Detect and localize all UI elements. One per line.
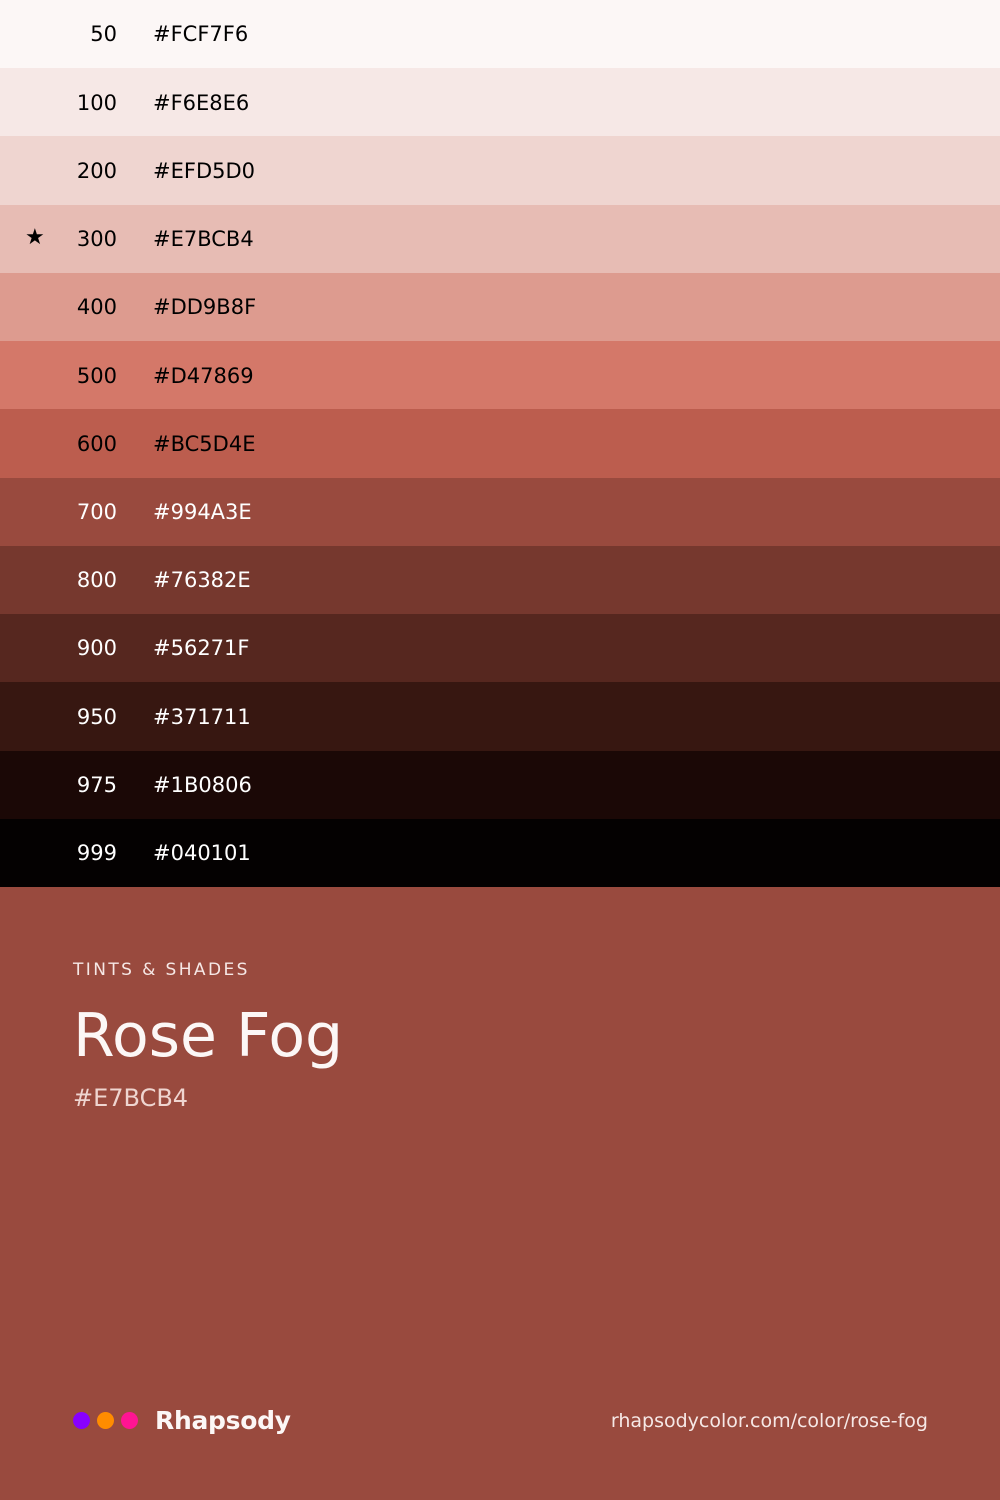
swatch-shade-label: 500 [76, 363, 117, 388]
swatch-shade-label: 700 [76, 499, 117, 524]
source-url-link[interactable]: rhapsodycolor.com/color/rose-fog [611, 1410, 928, 1432]
footer: Rhapsody rhapsodycolor.com/color/rose-fo… [73, 1404, 928, 1436]
swatch-shade-label: 950 [76, 704, 117, 729]
swatch-hex-code: #56271F [153, 636, 250, 661]
swatch-row-900[interactable]: 900 #56271F [0, 614, 1000, 683]
swatch-row-500[interactable]: 500 #D47869 [0, 341, 1000, 410]
swatch-shade-label: 50 [90, 22, 117, 47]
swatch-row-700[interactable]: 700 #994A3E [0, 477, 1000, 547]
swatch-shade-label: 200 [76, 158, 117, 183]
swatch-hex-code: #BC5D4E [153, 431, 256, 456]
swatch-shade-label: 600 [76, 431, 117, 456]
swatch-row-975[interactable]: 975 #1B0806 [0, 750, 1000, 820]
swatch-row-300[interactable]: ★ 300 #E7BCB4 [0, 204, 1000, 274]
brand-dot-orange [97, 1411, 114, 1429]
swatch-row-999[interactable]: 999 #040101 [0, 818, 1000, 888]
swatch-row-400[interactable]: 400 #DD9B8F [0, 272, 1000, 342]
swatch-hex-code: #D47869 [153, 363, 254, 388]
swatch-row-950[interactable]: 950 #371711 [0, 682, 1000, 752]
swatch-shade-label: 100 [76, 90, 117, 115]
swatch-row-100[interactable]: 100 #F6E8E6 [0, 68, 1000, 137]
base-hex-code: #E7BCB4 [73, 1084, 189, 1112]
color-info: TINTS & SHADES Rose Fog #E7BCB4 [73, 960, 343, 1112]
swatch-shade-label: 999 [76, 841, 117, 866]
swatch-shade-label: 800 [76, 568, 117, 593]
swatch-hex-code: #DD9B8F [153, 295, 257, 320]
swatch-hex-code: #994A3E [153, 499, 252, 524]
brand-name: Rhapsody [155, 1405, 291, 1435]
swatch-shade-label: 975 [76, 772, 117, 797]
swatch-hex-code: #76382E [153, 568, 251, 593]
swatch-shade-label: 900 [76, 636, 117, 661]
section-eyebrow: TINTS & SHADES [73, 960, 250, 980]
brand-dot-purple [73, 1411, 90, 1429]
swatch-hex-code: #FCF7F6 [153, 22, 249, 47]
swatch-hex-code: #371711 [153, 704, 251, 729]
brand-dot-pink [121, 1411, 138, 1429]
swatch-row-800[interactable]: 800 #76382E [0, 545, 1000, 615]
swatch-row-50[interactable]: 50 #FCF7F6 [0, 0, 1000, 69]
swatch-hex-code: #F6E8E6 [153, 90, 250, 115]
swatch-list: 50 #FCF7F6 100 #F6E8E6 200 #EFD5D0 ★ 300 #E7BCB4… [0, 0, 1000, 888]
swatch-row-600[interactable]: 600 #BC5D4E [0, 409, 1000, 479]
swatch-shade-label: 400 [76, 295, 117, 320]
swatch-shade-label: 300 [76, 227, 117, 252]
swatch-hex-code: #1B0806 [153, 772, 252, 797]
color-name-title: Rose Fog [73, 1001, 344, 1071]
swatch-hex-code: #040101 [153, 841, 251, 866]
swatch-hex-code: #EFD5D0 [153, 158, 256, 183]
swatch-hex-code: #E7BCB4 [153, 227, 254, 252]
brand-logo[interactable]: Rhapsody [73, 1404, 291, 1436]
swatch-row-200[interactable]: 200 #EFD5D0 [0, 136, 1000, 206]
